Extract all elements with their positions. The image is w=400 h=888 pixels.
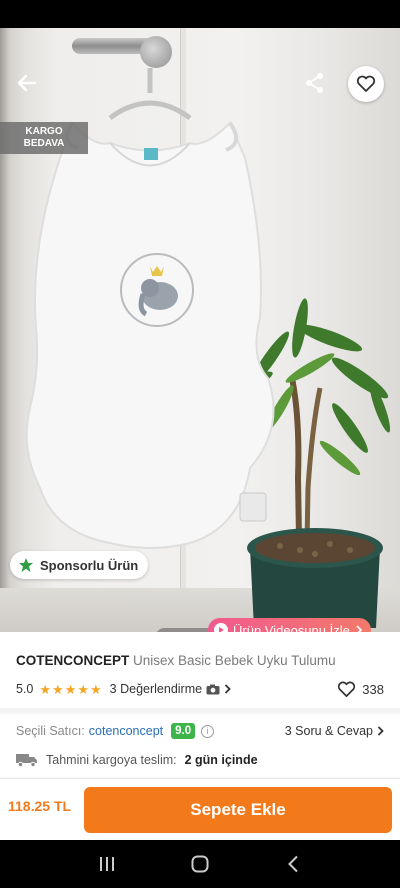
recent-apps-icon bbox=[99, 857, 114, 871]
cargo-badge-line1: KARGO bbox=[25, 126, 63, 137]
delivery-estimate: 2 gün içinde bbox=[184, 753, 258, 767]
info-icon[interactable]: i bbox=[201, 724, 215, 738]
reviews-link[interactable]: 3 Değerlendirme bbox=[110, 682, 231, 696]
rating-row: 5.0 ★ ★ ★ ★ ★ 3 Değerlendirme 338 bbox=[16, 680, 384, 698]
seller-score-badge: 9.0 bbox=[171, 723, 196, 739]
system-navigation-bar bbox=[0, 840, 400, 888]
status-bar bbox=[0, 0, 400, 28]
system-back-button[interactable] bbox=[273, 844, 313, 884]
free-shipping-badge: KARGO BEDAVA bbox=[0, 122, 88, 154]
share-button[interactable] bbox=[298, 66, 332, 100]
heart-icon bbox=[356, 75, 376, 92]
star-icon: ★ bbox=[90, 681, 102, 697]
delivery-label: Tahmini kargoya teslim: bbox=[46, 753, 177, 767]
reviews-count: 3 Değerlendirme bbox=[109, 682, 203, 696]
product-price: 118.25 TL bbox=[8, 798, 72, 814]
home-icon bbox=[191, 855, 209, 873]
sponsored-label: Sponsorlu Ürün bbox=[40, 557, 139, 573]
favorites-value: 338 bbox=[362, 681, 384, 697]
star-icon: ★ bbox=[52, 681, 64, 697]
star-icon: ★ bbox=[64, 681, 77, 697]
product-brand[interactable]: COTENCONCEPT bbox=[16, 653, 129, 668]
seller-label: Seçili Satıcı: bbox=[16, 724, 85, 738]
star-icon: ★ bbox=[39, 681, 52, 697]
back-icon bbox=[288, 855, 299, 873]
rating-value: 5.0 bbox=[16, 682, 34, 696]
recent-apps-button[interactable] bbox=[87, 844, 127, 884]
qa-label: 3 Soru & Cevap bbox=[284, 724, 373, 738]
section-divider bbox=[0, 708, 400, 714]
heart-icon bbox=[338, 681, 356, 697]
product-name: Unisex Basic Bebek Uyku Tulumu bbox=[133, 653, 336, 668]
favorite-button[interactable] bbox=[348, 66, 384, 102]
favorites-count[interactable]: 338 bbox=[337, 681, 384, 698]
camera-icon bbox=[206, 684, 220, 694]
rating-stars: ★ ★ ★ ★ ★ bbox=[39, 683, 101, 696]
questions-answers-link[interactable]: 3 Soru & Cevap bbox=[285, 724, 384, 738]
product-image-gallery[interactable]: KARGO BEDAVA Sponsorlu Ürün bbox=[0, 28, 400, 632]
share-icon bbox=[306, 73, 323, 93]
cargo-badge-line2: BEDAVA bbox=[23, 138, 65, 149]
chevron-right-icon bbox=[377, 726, 384, 736]
purchase-bar: 118.25 TL Sepete Ekle bbox=[0, 779, 400, 840]
back-arrow-icon bbox=[17, 74, 37, 92]
product-info-panel: COTENCONCEPT Unisex Basic Bebek Uyku Tul… bbox=[0, 632, 400, 840]
star-icon bbox=[19, 558, 33, 572]
add-to-cart-button[interactable]: Sepete Ekle bbox=[84, 787, 392, 833]
product-title: COTENCONCEPT Unisex Basic Bebek Uyku Tul… bbox=[16, 652, 386, 670]
sponsored-badge: Sponsorlu Ürün bbox=[10, 551, 149, 579]
home-button[interactable] bbox=[180, 844, 220, 884]
chevron-right-icon bbox=[224, 684, 231, 694]
truck-icon bbox=[16, 754, 37, 767]
delivery-row: Tahmini kargoya teslim: 2 gün içinde bbox=[16, 750, 384, 770]
seller-row: Seçili Satıcı: cotenconcept 9.0 i 3 Soru… bbox=[16, 720, 384, 742]
star-icon: ★ bbox=[77, 681, 90, 697]
back-button[interactable] bbox=[10, 66, 44, 100]
seller-name-link[interactable]: cotenconcept bbox=[89, 724, 163, 738]
